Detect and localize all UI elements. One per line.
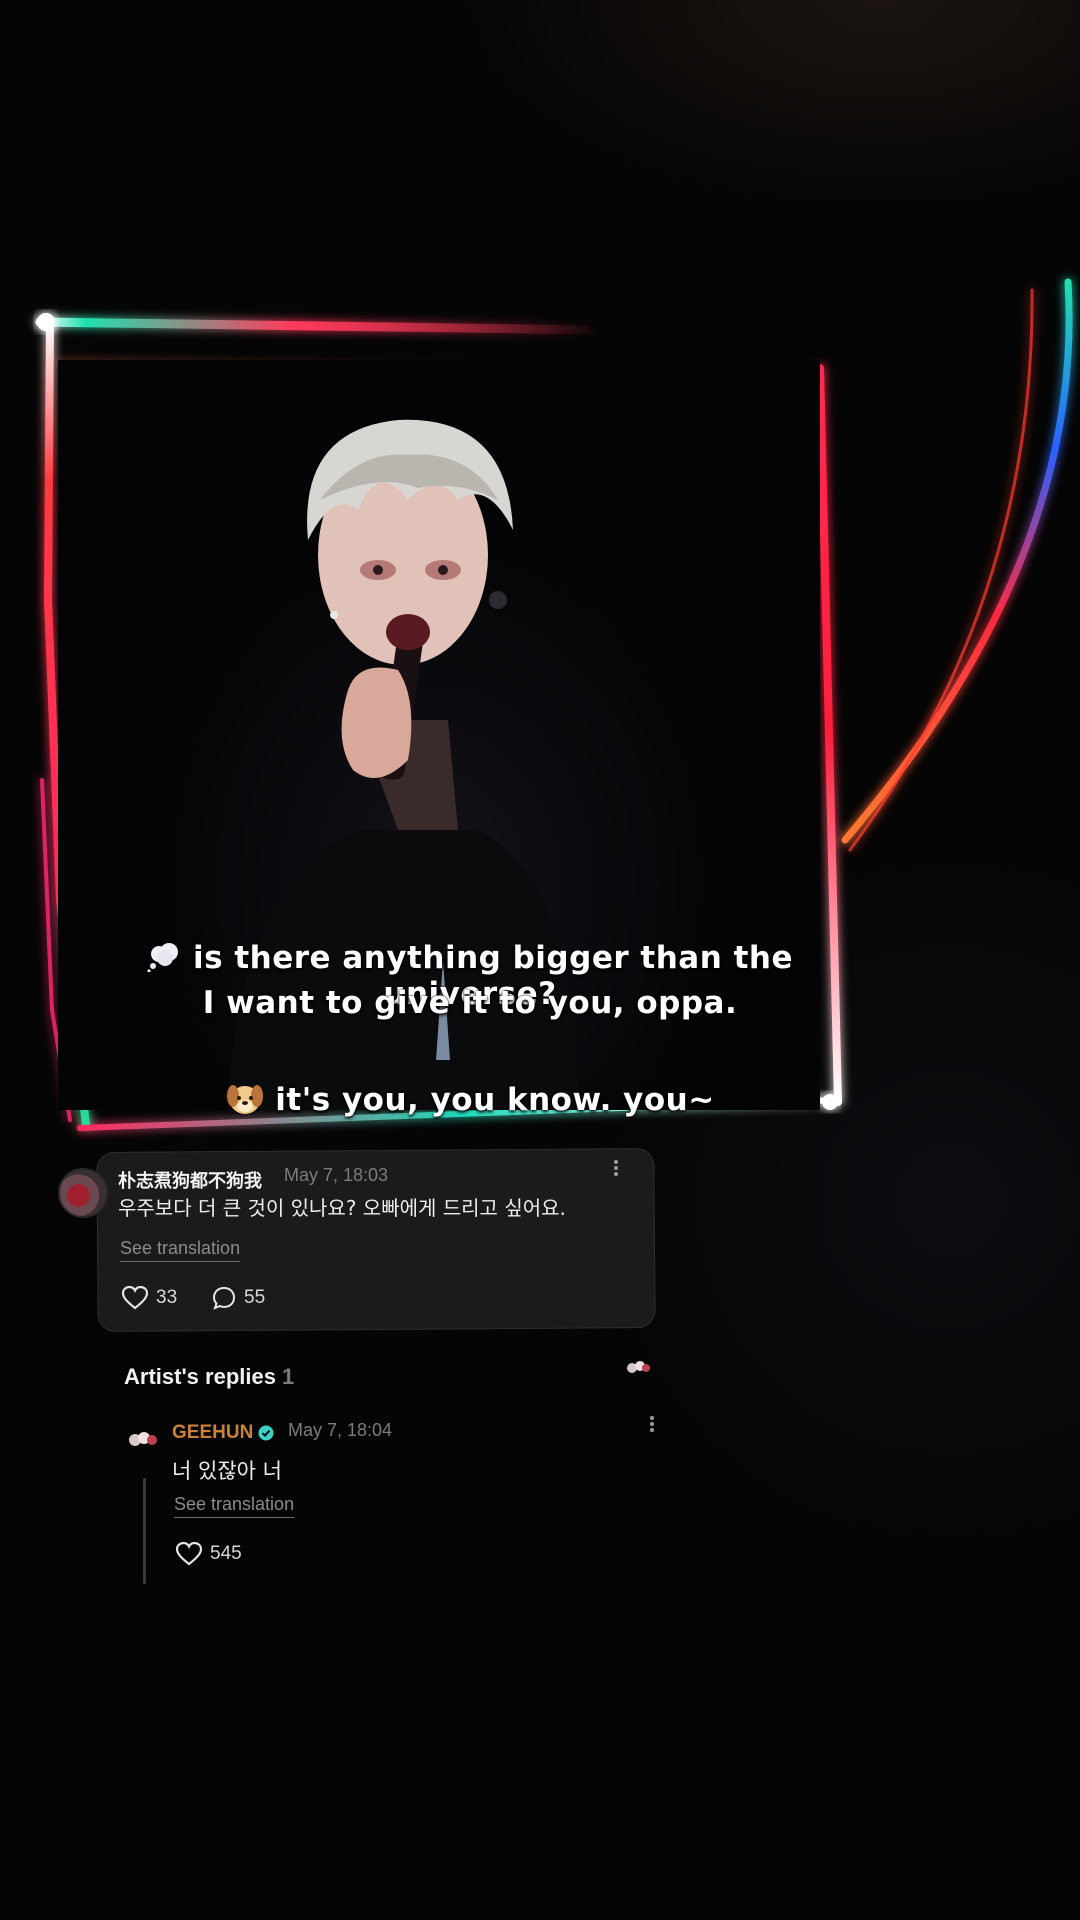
comment-like-count: 33: [156, 1287, 178, 1308]
reply-more-options-icon[interactable]: [648, 1414, 656, 1436]
comment-reply-button[interactable]: 55: [212, 1286, 265, 1310]
reply-like-count: 545: [210, 1543, 242, 1564]
speech-bubble-icon: [212, 1286, 236, 1310]
reply-thread-line: [143, 1478, 146, 1584]
reply-see-translation-link[interactable]: See translation: [174, 1494, 295, 1518]
video-stage[interactable]: is there anything bigger than the univer…: [0, 0, 1080, 1920]
comment-timestamp: May 7, 18:03: [284, 1165, 389, 1185]
more-options-icon[interactable]: [612, 1158, 620, 1180]
reply-like-button[interactable]: 545: [176, 1542, 242, 1566]
artist-replies-title: Artist's replies: [124, 1364, 276, 1389]
dog-face-icon: [227, 1085, 264, 1114]
caption-line-2: I want to give it to you, oppa.: [90, 985, 850, 1021]
artist-replies-count: 1: [281, 1364, 295, 1389]
artist-avatar-small[interactable]: [624, 1354, 652, 1378]
verified-badge-icon: [258, 1425, 274, 1441]
see-translation-link[interactable]: See translation: [120, 1238, 241, 1262]
comment-like-button[interactable]: 33: [122, 1286, 177, 1310]
artist-replies-heading: Artist's replies 1: [124, 1364, 294, 1390]
commenter-avatar[interactable]: [58, 1168, 108, 1218]
reply-timestamp: May 7, 18:04: [288, 1420, 393, 1440]
comment-text: 우주보다 더 큰 것이 있나요? 오빠에게 드리고 싶어요.: [118, 1196, 566, 1220]
heart-icon: [122, 1286, 148, 1310]
caption-line-3-text: it's you, you know. you~: [275, 1082, 715, 1118]
artist-name: GEEHUN: [172, 1422, 254, 1443]
thought-bubble-icon: [147, 943, 178, 972]
artist-username[interactable]: GEEHUN: [172, 1422, 274, 1444]
caption-line-2-text: I want to give it to you, oppa.: [202, 985, 738, 1021]
heart-icon: [176, 1542, 202, 1566]
reply-text: 너 있잖아 너: [172, 1459, 282, 1483]
commenter-username[interactable]: 朴志焄狗都不狗我: [118, 1167, 262, 1193]
caption-line-3: it's you, you know. you~: [90, 1080, 850, 1118]
artist-reply-avatar[interactable]: [126, 1424, 160, 1452]
comment-reply-count: 55: [244, 1287, 266, 1308]
